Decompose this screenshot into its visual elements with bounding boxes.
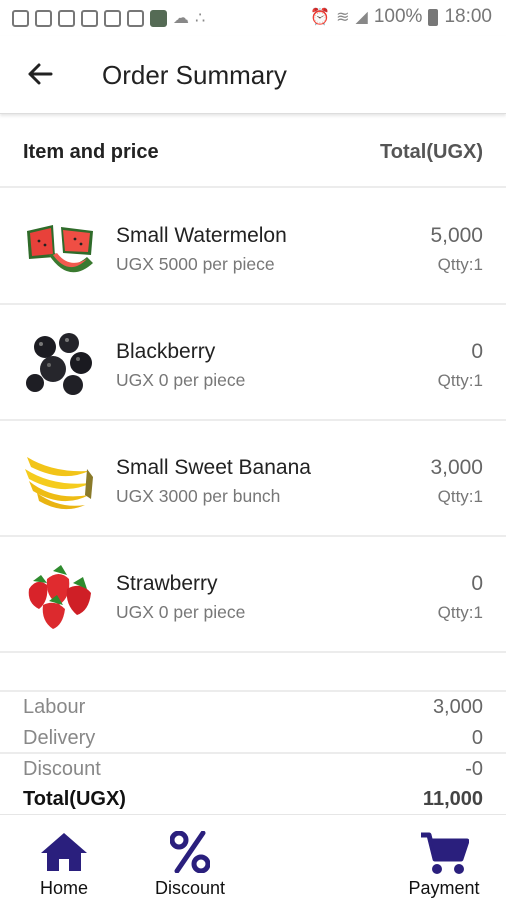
app-bar: Order Summary: [0, 36, 506, 114]
item-quantity: Qtty:1: [437, 371, 483, 390]
discount-row: Discount -0: [0, 755, 506, 785]
wifi-icon: ≋: [336, 9, 350, 26]
list-item[interactable]: Blackberry UGX 0 per piece 0 Qtty:1: [0, 305, 506, 421]
item-total: 0: [471, 572, 483, 595]
items-header: Item and price Total(UGX): [0, 118, 506, 188]
summary-divider: [0, 690, 506, 692]
delivery-value: 0: [471, 727, 483, 749]
item-quantity: Qtty:1: [437, 487, 483, 506]
signal-icon: ◢: [355, 9, 368, 26]
total-row: Total(UGX) 11,000: [0, 785, 506, 815]
discount-value: -0: [465, 758, 483, 780]
gallery-icon: [35, 9, 52, 27]
cat-app-icon: [127, 9, 144, 27]
app-badge-icon: [150, 9, 167, 27]
total-value: 11,000: [422, 788, 483, 810]
item-unit-price: UGX 0 per piece: [116, 370, 246, 390]
watermelon-image: [23, 211, 95, 283]
item-name: Strawberry: [116, 572, 218, 595]
weather-icon: ☁: [173, 10, 189, 27]
item-quantity: Qtty:1: [437, 255, 483, 274]
total-label: Total(UGX): [23, 788, 126, 810]
item-quantity: Qtty:1: [437, 603, 483, 622]
delivery-label: Delivery: [23, 727, 96, 749]
nav-payment-button[interactable]: Payment: [398, 815, 490, 900]
banana-image: [23, 443, 95, 515]
item-unit-price: UGX 3000 per bunch: [116, 486, 281, 506]
header-item-and-price: Item and price: [23, 141, 159, 163]
header-total: Total(UGX): [380, 141, 483, 163]
nav-discount-label: Discount: [154, 878, 226, 898]
mail-icon: [58, 9, 75, 27]
dots-icon: ∴: [195, 10, 206, 27]
item-name: Blackberry: [116, 340, 216, 363]
labour-row: Labour 3,000: [0, 693, 506, 723]
discount-label: Discount: [23, 758, 101, 780]
item-total: 0: [471, 340, 483, 363]
back-button[interactable]: [22, 56, 58, 92]
app-icon: [104, 9, 121, 27]
item-total: 3,000: [430, 456, 483, 479]
item-name: Small Watermelon: [116, 224, 287, 247]
strawberry-image: [23, 559, 95, 631]
clock: 18:00: [444, 6, 492, 27]
percent-icon: [170, 831, 210, 873]
summary-separator: [0, 752, 506, 754]
blackberry-image: [23, 327, 95, 399]
arrow-left-icon: [28, 63, 53, 85]
nav-discount-button[interactable]: Discount: [140, 815, 240, 900]
item-unit-price: UGX 5000 per piece: [116, 254, 275, 274]
list-item[interactable]: Small Sweet Banana UGX 3000 per bunch 3,…: [0, 421, 506, 537]
item-name: Small Sweet Banana: [116, 456, 311, 479]
list-item[interactable]: Small Watermelon UGX 5000 per piece 5,00…: [0, 189, 506, 305]
notification-icon: [12, 9, 29, 27]
cart-icon: [421, 832, 469, 874]
nav-payment-label: Payment: [408, 878, 480, 898]
bottom-navigation: Home Discount Payment: [0, 814, 506, 900]
battery-icon: [428, 8, 439, 26]
alarm-icon: ⏰: [310, 9, 331, 26]
labour-value: 3,000: [432, 696, 483, 718]
item-total: 5,000: [430, 224, 483, 247]
home-icon: [41, 833, 87, 871]
nav-home-button[interactable]: Home: [22, 815, 106, 900]
status-bar: ☁ ∴ ⏰ ≋ ◢ 100% 18:00: [0, 0, 506, 36]
battery-percent: 100%: [373, 6, 423, 27]
labour-label: Labour: [23, 696, 86, 718]
notification-icons: ☁ ∴: [12, 8, 205, 28]
calendar-icon: [81, 9, 98, 27]
list-item[interactable]: Strawberry UGX 0 per piece 0 Qtty:1: [0, 537, 506, 653]
item-unit-price: UGX 0 per piece: [116, 602, 246, 622]
delivery-row: Delivery 0: [0, 724, 506, 754]
nav-home-label: Home: [39, 878, 88, 898]
page-title: Order Summary: [102, 60, 287, 90]
